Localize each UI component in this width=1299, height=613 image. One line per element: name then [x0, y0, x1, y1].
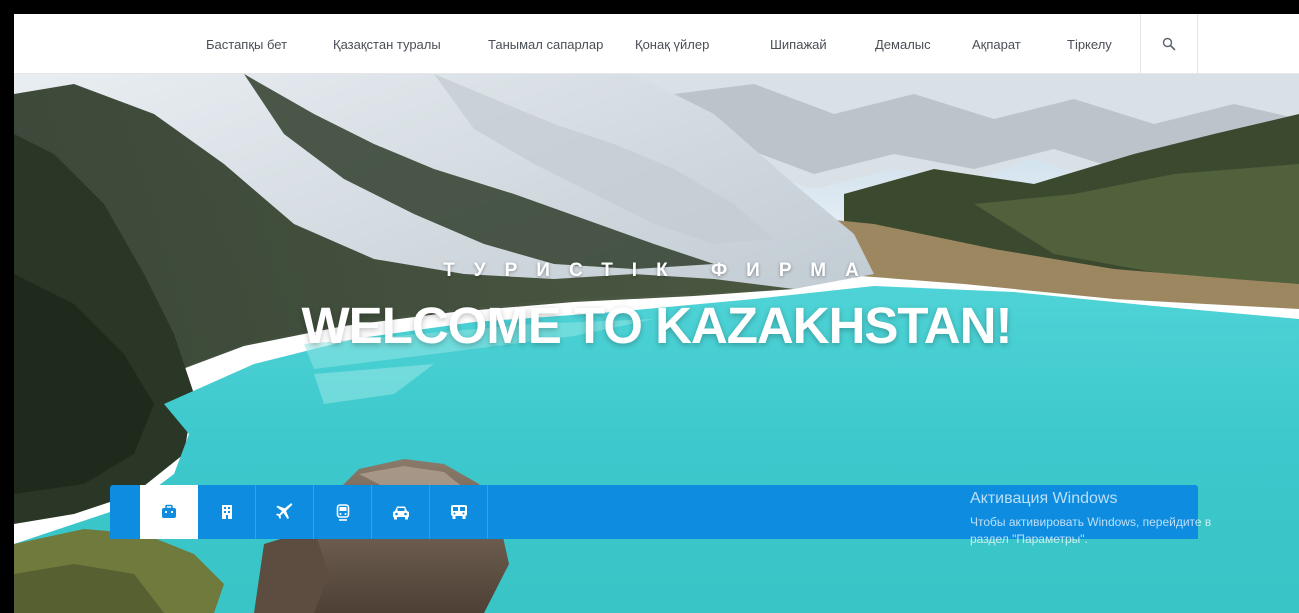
hero-subtitle: ТУРИСТІК ФИРМА [443, 260, 878, 281]
briefcase-icon [162, 504, 176, 518]
activation-title: Активация Windows [970, 490, 1118, 507]
plane-icon [275, 503, 292, 519]
nav-item-sanatorium[interactable]: Шипажай [770, 14, 827, 74]
search-icon [1162, 37, 1176, 51]
nav-item-info[interactable]: Ақпарат [972, 14, 1021, 74]
main-navbar: Бастапқы бет Қазақстан туралы Танымал са… [14, 14, 1299, 74]
tab-tours[interactable] [140, 485, 198, 539]
car-icon [392, 506, 409, 519]
nav-item-home[interactable]: Бастапқы бет [206, 14, 287, 74]
tab-flights[interactable] [256, 485, 314, 539]
activation-line: Чтобы активировать Windows, перейдите в [970, 515, 1212, 529]
nav-item-about-kazakhstan[interactable]: Қазақстан туралы [333, 14, 441, 74]
hotel-icon [221, 505, 232, 519]
tab-hotels[interactable] [198, 485, 256, 539]
hero-title: WELCOME TO KAZAKHSTAN! [301, 297, 1013, 354]
nav-divider [1197, 14, 1198, 74]
activation-line: раздел "Параметры". [970, 532, 1088, 546]
tab-buses[interactable] [430, 485, 488, 539]
nav-item-popular-tours[interactable]: Танымал сапарлар [488, 14, 603, 74]
tab-trains[interactable] [314, 485, 372, 539]
tab-cars[interactable] [372, 485, 430, 539]
nav-item-leisure[interactable]: Демалыс [875, 14, 931, 74]
train-icon [336, 503, 349, 521]
bus-icon [450, 505, 467, 519]
search-button[interactable] [1141, 14, 1197, 74]
nav-item-hotels[interactable]: Қонақ үйлер [635, 14, 709, 74]
browser-viewport: Бастапқы бет Қазақстан туралы Танымал са… [14, 14, 1299, 613]
windows-activation-watermark: Активация Windows Чтобы активировать Win… [970, 490, 1299, 548]
nav-item-register[interactable]: Тіркелу [1067, 14, 1112, 74]
